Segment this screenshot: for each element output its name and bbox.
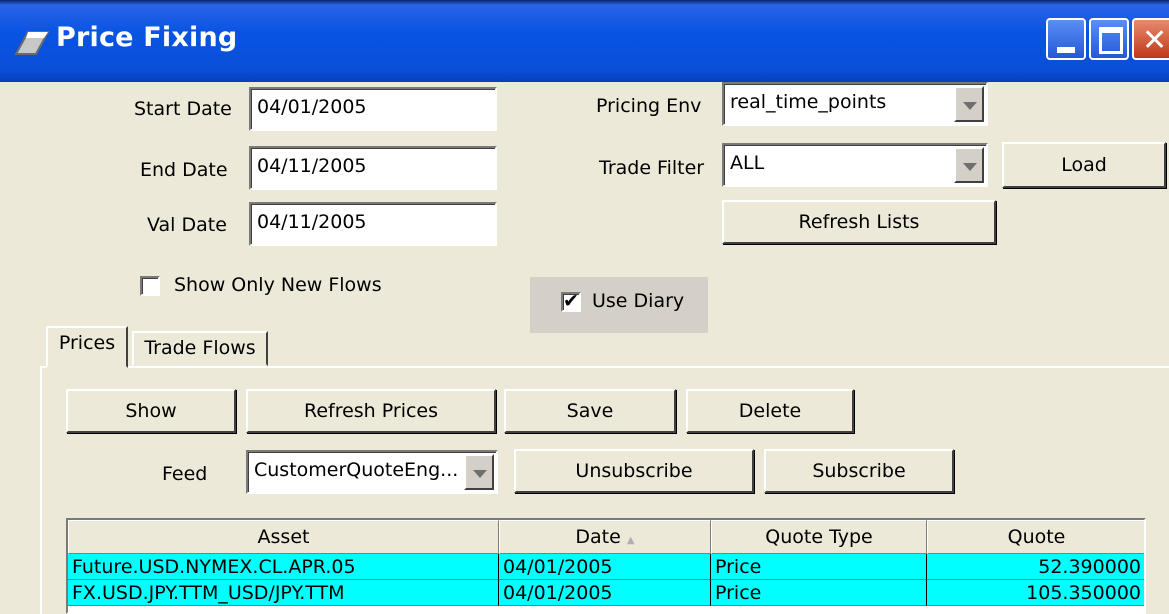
window-title: Price Fixing	[56, 22, 238, 53]
tab-trade-flows[interactable]: Trade Flows	[132, 331, 268, 366]
use-diary-label: Use Diary	[592, 290, 685, 312]
prices-table[interactable]: Asset Date ▲ Quote Type Quote Future.USD…	[66, 518, 1146, 614]
end-date-label: End Date	[140, 159, 228, 181]
show-button[interactable]: Show	[66, 389, 236, 433]
trade-filter-combo[interactable]: ALL	[722, 143, 988, 187]
unsubscribe-button[interactable]: Unsubscribe	[514, 449, 754, 493]
column-header-quote[interactable]: Quote	[927, 520, 1144, 554]
chevron-down-icon[interactable]	[954, 86, 984, 122]
column-header-quote-type[interactable]: Quote Type	[711, 520, 927, 554]
cell-quote: 52.390000	[927, 554, 1144, 580]
trade-filter-label: Trade Filter	[599, 157, 705, 179]
minimize-button[interactable]	[1046, 18, 1086, 60]
feed-label: Feed	[162, 463, 208, 485]
refresh-lists-button[interactable]: Refresh Lists	[722, 200, 996, 244]
refresh-prices-button[interactable]: Refresh Prices	[246, 389, 496, 433]
show-only-new-flows-checkbox[interactable]	[140, 276, 160, 296]
close-button[interactable]	[1132, 18, 1169, 60]
cell-asset: Future.USD.NYMEX.CL.APR.05	[68, 554, 499, 580]
trade-filter-value: ALL	[730, 152, 765, 174]
title-bar[interactable]: Price Fixing	[0, 0, 1169, 82]
delete-button[interactable]: Delete	[686, 389, 854, 433]
pricing-env-label: Pricing Env	[596, 95, 702, 117]
start-date-label: Start Date	[134, 98, 232, 120]
use-diary-checkbox[interactable]	[561, 290, 581, 312]
column-header-date-label: Date	[575, 526, 621, 548]
pricing-env-combo[interactable]: real_time_points	[722, 82, 988, 126]
load-button[interactable]: Load	[1002, 142, 1166, 188]
cell-quote-type: Price	[711, 580, 927, 606]
chevron-down-icon[interactable]	[464, 454, 494, 490]
maximize-button[interactable]	[1089, 18, 1129, 60]
pricing-env-value: real_time_points	[730, 91, 887, 113]
val-date-label: Val Date	[147, 214, 227, 236]
cell-quote-type: Price	[711, 554, 927, 580]
cell-quote: 105.350000	[927, 580, 1144, 606]
save-button[interactable]: Save	[504, 389, 676, 433]
chevron-down-icon[interactable]	[954, 147, 984, 183]
column-header-date[interactable]: Date ▲	[499, 520, 711, 554]
table-row[interactable]: FX.USD.JPY.TTM_USD/JPY.TTM 04/01/2005 Pr…	[68, 580, 1144, 606]
show-only-new-flows-label: Show Only New Flows	[174, 274, 382, 296]
start-date-field[interactable]: 04/01/2005	[249, 87, 497, 131]
feed-combo[interactable]: CustomerQuoteEng...	[246, 450, 498, 494]
end-date-field[interactable]: 04/11/2005	[249, 146, 497, 190]
sort-ascending-icon: ▲	[626, 535, 635, 546]
table-row[interactable]: Future.USD.NYMEX.CL.APR.05 04/01/2005 Pr…	[68, 554, 1144, 580]
cell-date: 04/01/2005	[499, 580, 711, 606]
subscribe-button[interactable]: Subscribe	[764, 449, 954, 493]
val-date-field[interactable]: 04/11/2005	[249, 202, 497, 246]
cell-asset: FX.USD.JPY.TTM_USD/JPY.TTM	[68, 580, 499, 606]
tab-prices[interactable]: Prices	[46, 326, 128, 368]
column-header-asset[interactable]: Asset	[68, 520, 499, 554]
app-icon	[14, 31, 50, 55]
cell-date: 04/01/2005	[499, 554, 711, 580]
feed-value: CustomerQuoteEng...	[254, 459, 459, 481]
